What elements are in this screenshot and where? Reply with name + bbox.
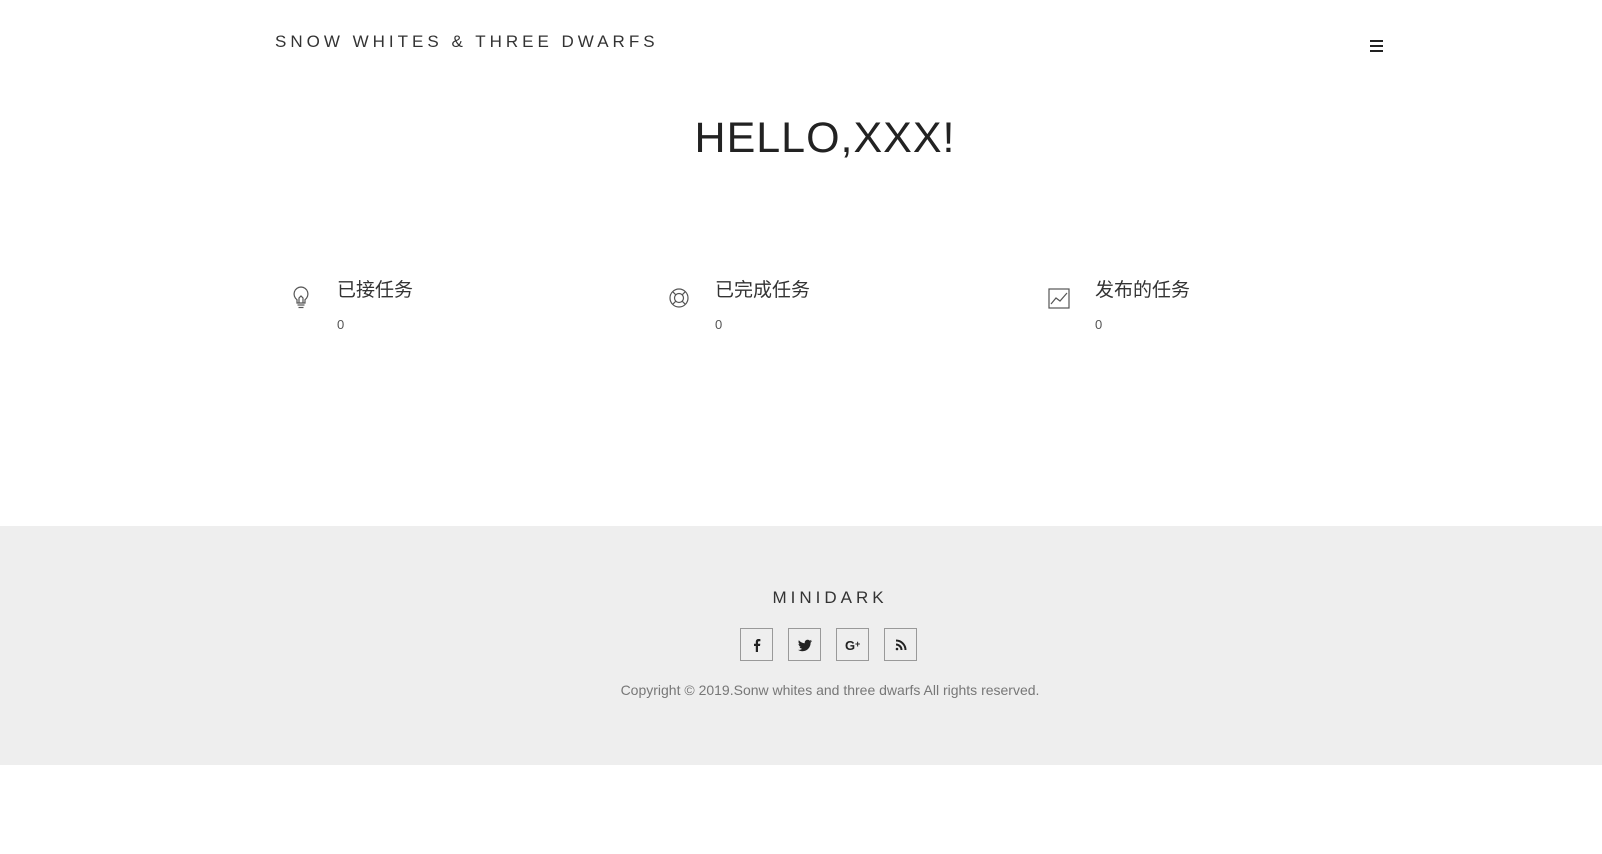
- page-title: HELLO,XXX!: [694, 114, 956, 162]
- site-brand[interactable]: SNOW WHITES & THREE DWARFS: [275, 32, 659, 52]
- stat-label: 已接任务: [337, 280, 414, 301]
- stat-label: 已完成任务: [715, 280, 811, 301]
- stat-completed-tasks: 已完成任务 0: [665, 275, 995, 345]
- stat-accepted-tasks: 已接任务 0: [287, 275, 617, 345]
- lifebuoy-icon: [665, 283, 693, 311]
- hamburger-menu-icon[interactable]: [1366, 34, 1388, 56]
- copyright-text: Copyright © 2019.Sonw whites and three d…: [620, 682, 1040, 698]
- facebook-icon[interactable]: [740, 628, 773, 661]
- footer-title: MINIDARK: [772, 588, 888, 607]
- stat-published-tasks: 发布的任务 0: [1045, 275, 1375, 345]
- stats-section: 已接任务 0 已完成任务 0 发布的任务 0: [0, 275, 1602, 345]
- site-header: SNOW WHITES & THREE DWARFS: [0, 0, 1602, 90]
- stat-value: 0: [1095, 317, 1103, 332]
- site-footer: MINIDARK G + Copyright © 2019.Sonw white…: [0, 526, 1602, 765]
- svg-text:G: G: [845, 638, 855, 653]
- line-chart-icon: [1045, 283, 1073, 311]
- stat-value: 0: [337, 317, 345, 332]
- lightbulb-icon: [287, 283, 315, 311]
- google-plus-icon[interactable]: G +: [836, 628, 869, 661]
- twitter-icon[interactable]: [788, 628, 821, 661]
- rss-icon[interactable]: [884, 628, 917, 661]
- stat-label: 发布的任务: [1095, 280, 1191, 301]
- stat-value: 0: [715, 317, 723, 332]
- svg-text:+: +: [855, 639, 860, 649]
